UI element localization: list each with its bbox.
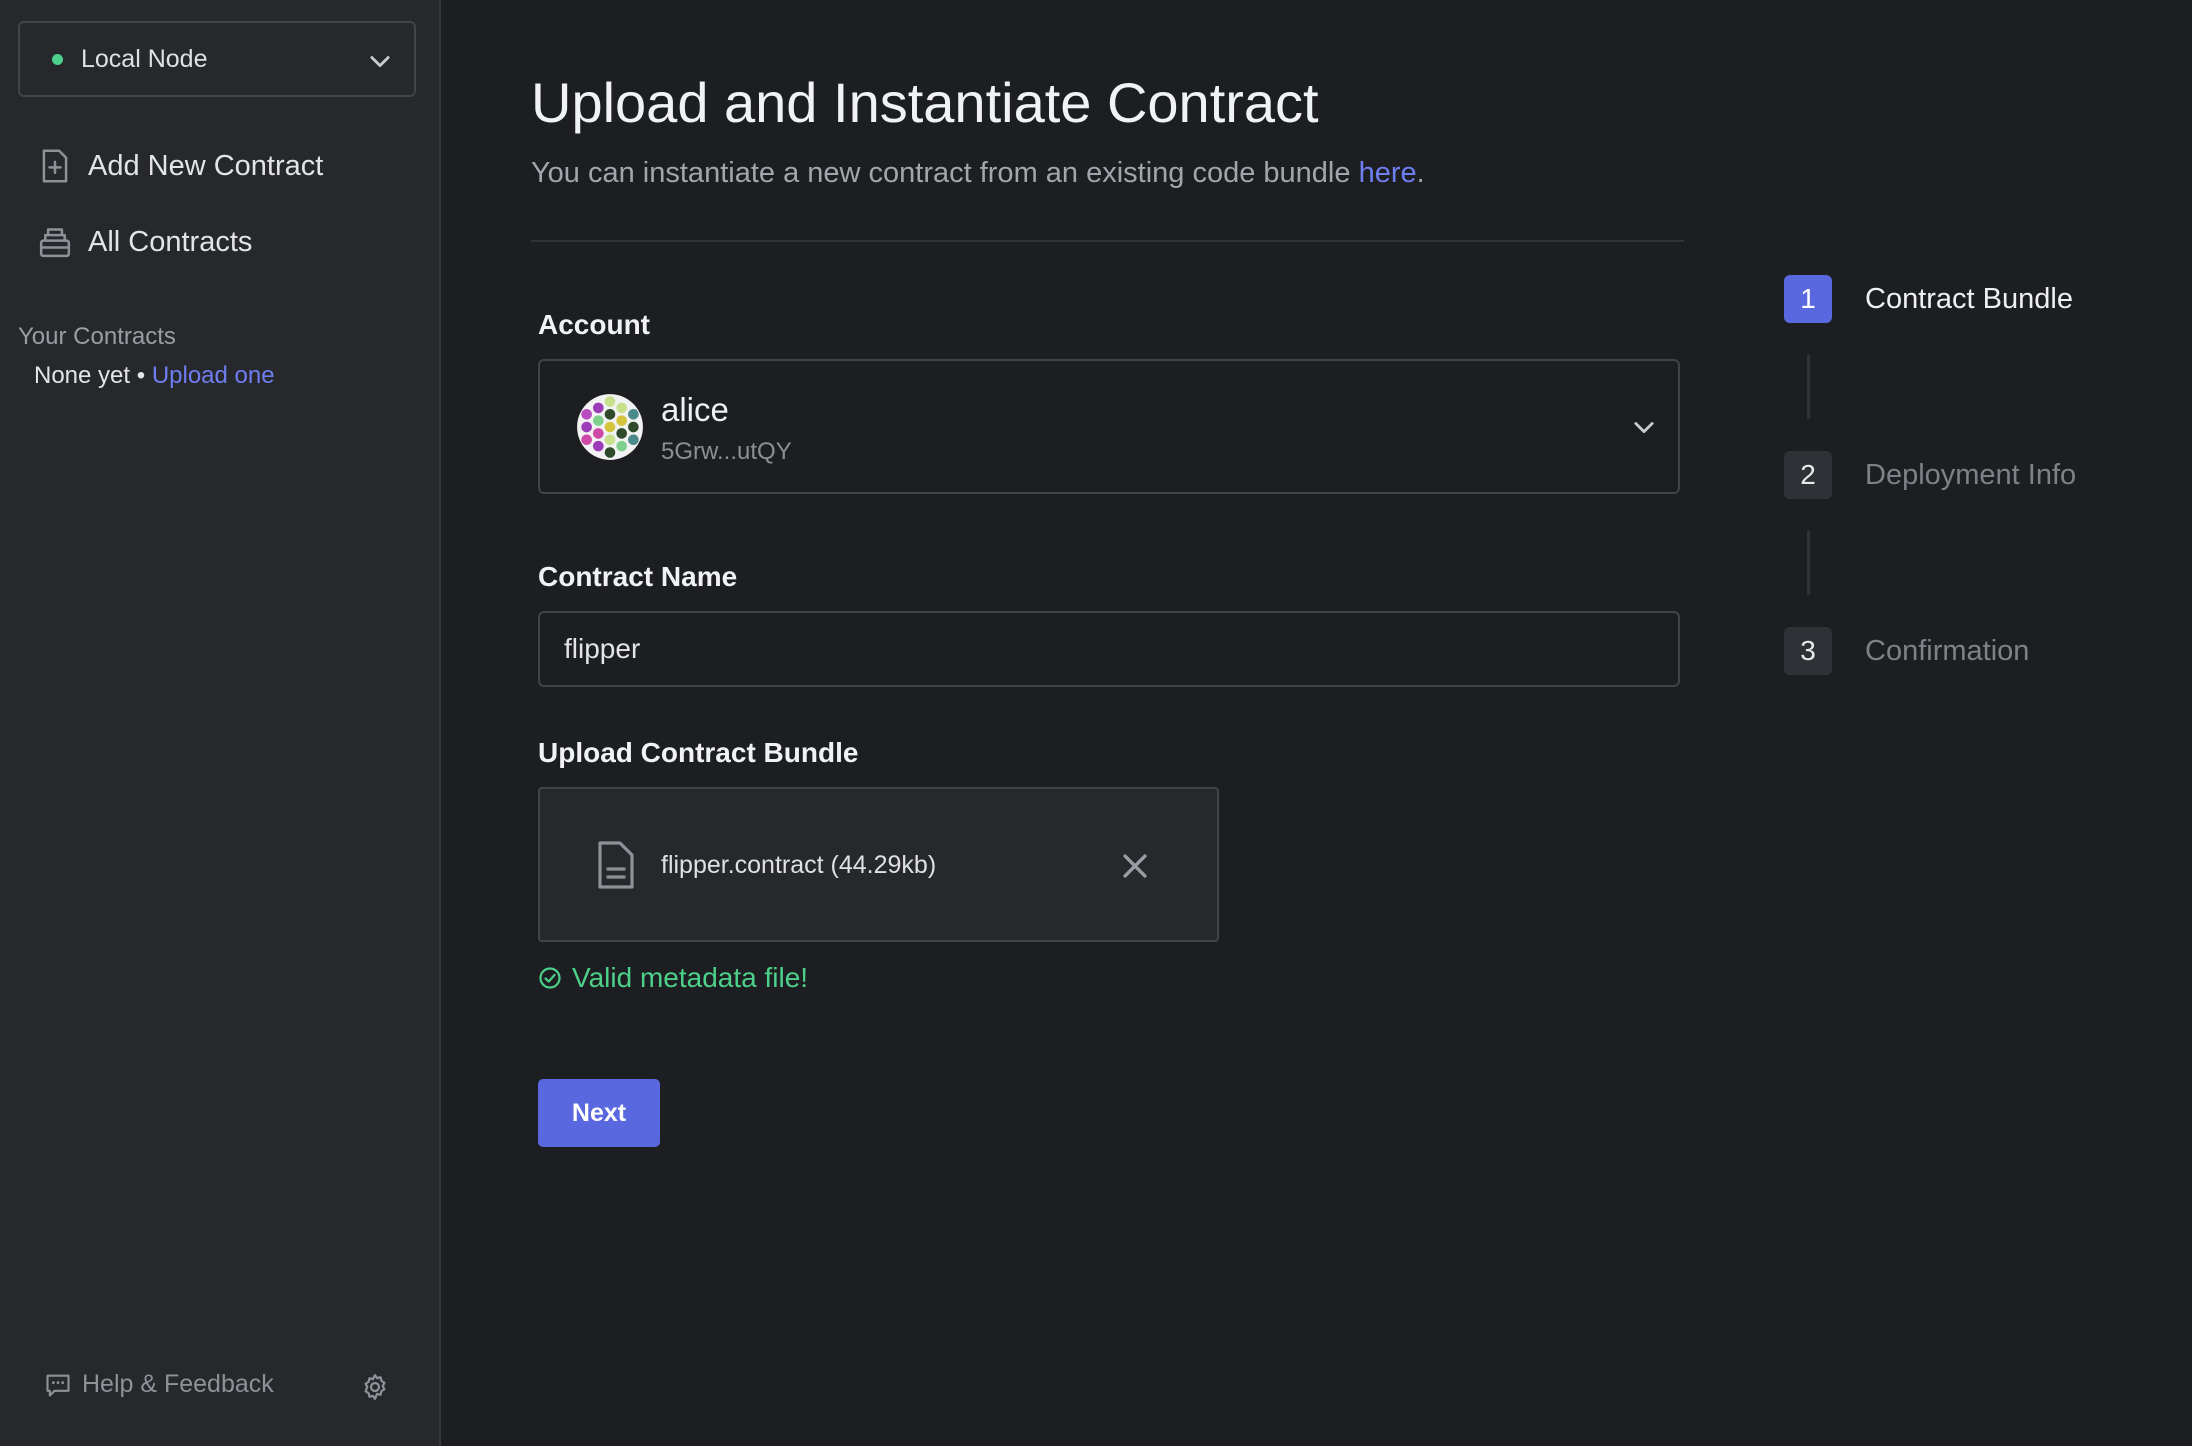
step-deployment-info: 2 Deployment Info: [1784, 451, 2076, 499]
validation-message: Valid metadata file!: [538, 962, 808, 994]
node-label: Local Node: [81, 44, 208, 73]
sidebar: Local Node Add New Contract All Contract…: [0, 0, 441, 1446]
step-label: Deployment Info: [1865, 458, 2077, 491]
uploaded-file-name: flipper.contract (44.29kb): [661, 851, 937, 879]
file-icon: [598, 841, 634, 889]
identicon-avatar: [577, 394, 643, 460]
step-connector: [1807, 355, 1810, 419]
account-selector[interactable]: alice 5Grw...utQY: [538, 359, 1680, 494]
node-status-dot: [52, 53, 63, 65]
here-link[interactable]: here: [1359, 157, 1417, 189]
account-name: alice: [661, 391, 729, 428]
page-title: Upload and Instantiate Contract: [531, 71, 1319, 134]
sidebar-item-add-new-contract[interactable]: Add New Contract: [38, 148, 323, 184]
step-contract-bundle: 1 Contract Bundle: [1784, 275, 2073, 323]
help-label: Help & Feedback: [82, 1370, 274, 1398]
app-root: Local Node Add New Contract All Contract…: [0, 0, 2192, 1446]
contract-name-label: Contract Name: [538, 561, 738, 592]
empty-text: None yet •: [34, 362, 146, 389]
step-label: Contract Bundle: [1865, 282, 2073, 315]
help-feedback-link[interactable]: Help & Feedback: [44, 1370, 274, 1399]
step-label: Confirmation: [1865, 634, 2030, 667]
account-label: Account: [538, 309, 650, 340]
close-icon[interactable]: [1118, 849, 1152, 883]
sidebar-item-label: All Contracts: [88, 225, 253, 258]
next-button[interactable]: Next: [538, 1079, 660, 1147]
step-number: 2: [1784, 451, 1832, 499]
chevron-down-icon: [1634, 422, 1654, 434]
step-connector: [1807, 531, 1810, 595]
upload-bundle-label: Upload Contract Bundle: [538, 737, 859, 768]
subtitle-text: You can instantiate a new contract from …: [531, 157, 1359, 189]
chat-icon: [46, 1374, 70, 1397]
sidebar-item-all-contracts[interactable]: All Contracts: [38, 224, 252, 260]
sidebar-item-label: Add New Contract: [88, 149, 324, 182]
account-address: 5Grw...utQY: [661, 438, 792, 465]
your-contracts-empty: None yet • Upload one: [34, 362, 275, 390]
step-number: 3: [1784, 627, 1832, 675]
upload-dropzone[interactable]: flipper.contract (44.29kb): [538, 787, 1219, 942]
upload-one-link[interactable]: Upload one: [152, 362, 275, 389]
contract-name-input[interactable]: [538, 611, 1680, 687]
your-contracts-heading: Your Contracts: [18, 323, 176, 350]
subtitle-end: .: [1416, 157, 1425, 189]
gear-icon[interactable]: [360, 1372, 390, 1402]
validation-text: Valid metadata file!: [572, 962, 809, 993]
header-divider: [531, 240, 1684, 242]
node-selector[interactable]: Local Node: [18, 21, 416, 97]
page-subtitle: You can instantiate a new contract from …: [531, 157, 1425, 190]
step-number: 1: [1784, 275, 1832, 323]
check-circle-icon: [539, 967, 561, 989]
chevron-down-icon: [370, 56, 390, 68]
file-plus-icon: [42, 149, 68, 183]
archive-icon: [39, 228, 71, 258]
step-confirmation: 3 Confirmation: [1784, 627, 2029, 675]
